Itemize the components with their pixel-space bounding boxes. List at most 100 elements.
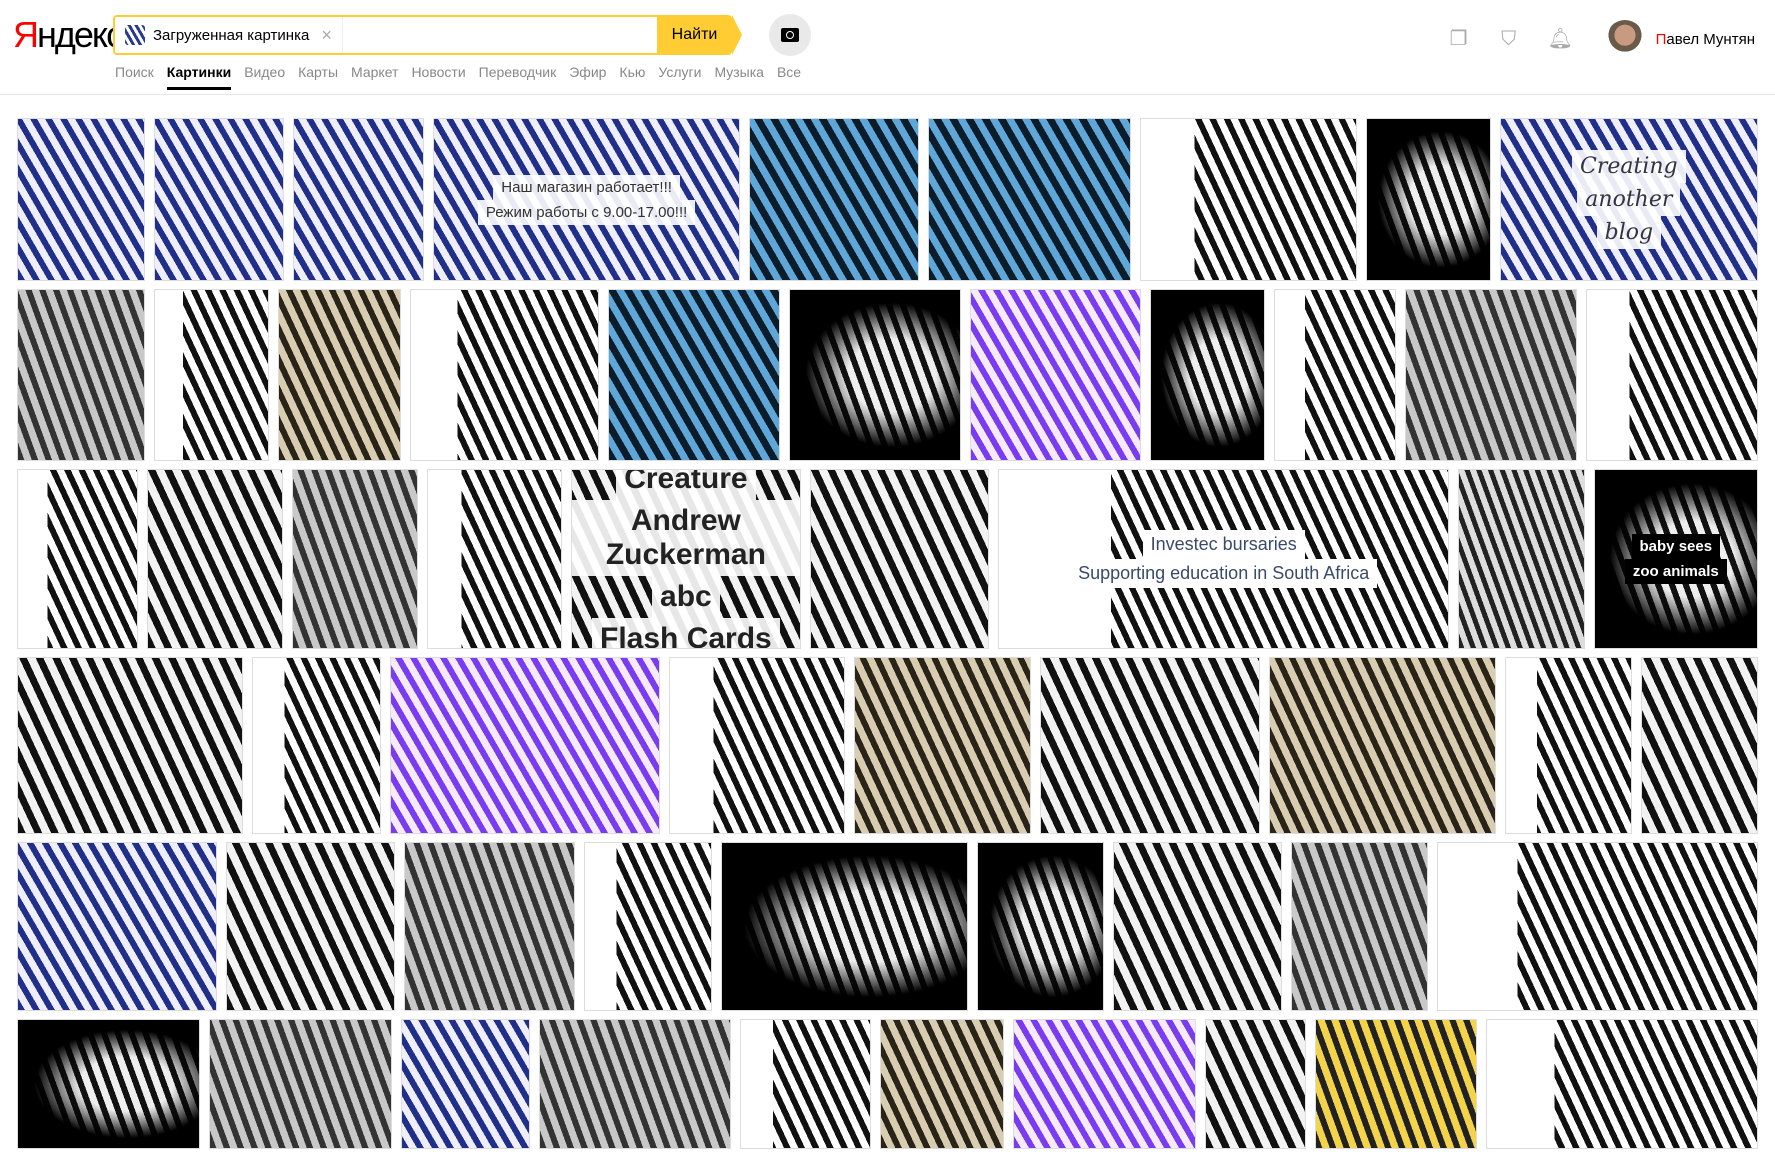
image-result[interactable] (17, 289, 146, 461)
image-result[interactable] (1204, 1019, 1307, 1149)
user-name-first: П (1655, 30, 1667, 48)
image-caption-text: another (1577, 183, 1681, 216)
image-result[interactable] (1012, 1019, 1196, 1149)
user-name[interactable]: Павел Мунтян (1656, 31, 1755, 48)
image-result[interactable] (293, 118, 424, 281)
image-caption-text: abc (652, 576, 720, 618)
clear-icon[interactable]: × (321, 25, 332, 46)
image-result[interactable] (1365, 118, 1491, 281)
search-box[interactable]: Загруженная картинка × (113, 15, 673, 55)
yandex-logo[interactable]: Яндекс (13, 14, 124, 56)
image-result[interactable] (17, 469, 138, 649)
image-result[interactable]: Creating another blog (1499, 118, 1758, 281)
image-result[interactable] (928, 118, 1131, 281)
image-result[interactable] (427, 469, 562, 649)
user-name-rest: авел Мунтян (1666, 30, 1755, 48)
image-result[interactable] (1291, 842, 1428, 1011)
shield-icon[interactable]: ⛉ (1498, 28, 1520, 50)
image-result[interactable] (977, 842, 1105, 1011)
image-result[interactable] (1640, 657, 1758, 834)
image-result[interactable] (401, 1019, 530, 1149)
result-row (17, 289, 1758, 461)
camera-search-button[interactable] (769, 14, 811, 56)
image-caption-text: Наш магазин работает!!! (493, 174, 680, 200)
chip-label: Загруженная картинка (153, 26, 310, 44)
tab-2[interactable]: Видео (244, 64, 285, 90)
image-result[interactable] (1149, 289, 1265, 461)
image-result[interactable] (17, 657, 244, 834)
image-result[interactable] (810, 469, 990, 649)
image-result[interactable] (1039, 657, 1261, 834)
result-row: Creature Andrew Zuckerman abc Flash Cards In… (17, 469, 1758, 649)
camera-icon (781, 28, 799, 42)
image-result[interactable] (854, 657, 1031, 834)
tab-8[interactable]: Кью (619, 64, 645, 90)
image-result[interactable] (404, 842, 576, 1011)
image-result[interactable]: Creature Andrew Zuckerman abc Flash Cards (570, 469, 802, 649)
image-result[interactable] (1113, 842, 1283, 1011)
image-result[interactable] (389, 657, 661, 834)
image-result[interactable] (1486, 1019, 1759, 1149)
image-result[interactable] (226, 842, 396, 1011)
image-result[interactable] (789, 289, 962, 461)
image-caption-text: Andrew Zuckerman (571, 500, 801, 576)
image-result[interactable] (278, 289, 401, 461)
image-result[interactable] (209, 1019, 393, 1149)
service-tabs: Поиск Картинки Видео Карты Маркет Новости Пере… (115, 64, 801, 90)
result-row (17, 1019, 1759, 1149)
image-caption-text: Supporting education in South Africa (1070, 559, 1378, 588)
image-caption-text: Режим работы с 9.00-17.00!!! (477, 199, 696, 225)
tab-11[interactable]: Все (777, 64, 801, 90)
image-result[interactable] (970, 289, 1141, 461)
image-result[interactable] (17, 842, 218, 1011)
tab-3[interactable]: Карты (298, 64, 338, 90)
image-result[interactable] (146, 469, 284, 649)
image-result[interactable] (1139, 118, 1357, 281)
image-result[interactable] (292, 469, 419, 649)
image-result[interactable] (584, 842, 712, 1011)
image-result[interactable] (879, 1019, 1004, 1149)
tab-0[interactable]: Поиск (115, 64, 154, 90)
image-result[interactable] (17, 1019, 201, 1149)
image-result[interactable] (669, 657, 845, 834)
image-result[interactable] (1273, 289, 1397, 461)
image-result[interactable] (740, 1019, 871, 1149)
image-caption-text: blog (1596, 216, 1662, 249)
tab-7[interactable]: Эфир (569, 64, 606, 90)
bell-icon[interactable]: 🔔︎ (1548, 28, 1573, 50)
tab-5[interactable]: Новости (411, 64, 465, 90)
image-result[interactable] (252, 657, 381, 834)
image-result[interactable] (720, 842, 969, 1011)
image-result[interactable] (154, 118, 285, 281)
tab-1[interactable]: Картинки (166, 64, 232, 90)
image-result[interactable] (1315, 1019, 1478, 1149)
tab-10[interactable]: Музыка (714, 64, 764, 90)
image-result[interactable] (1458, 469, 1585, 649)
tab-9[interactable]: Услуги (658, 64, 701, 90)
avatar[interactable] (1605, 20, 1644, 58)
image-result[interactable] (154, 289, 270, 461)
tab-6[interactable]: Переводчик (479, 64, 557, 90)
image-result[interactable]: baby sees zoo animals (1593, 469, 1758, 649)
tab-4[interactable]: Маркет (351, 64, 398, 90)
search-input[interactable] (342, 17, 673, 53)
image-result[interactable] (1436, 842, 1758, 1011)
image-result[interactable] (1269, 657, 1497, 834)
image-result[interactable] (749, 118, 920, 281)
image-result[interactable] (17, 118, 146, 281)
image-result[interactable]: Наш магазин работает!!! Режим работы с 9.… (432, 118, 741, 281)
image-result[interactable]: Investec bursaries Supporting education i… (998, 469, 1450, 649)
image-caption-text: Creature (616, 470, 756, 500)
header: Яндекс Загруженная картинка × Найти Поис… (0, 0, 1775, 95)
image-result[interactable] (1405, 289, 1578, 461)
image-result[interactable] (409, 289, 600, 461)
image-result[interactable] (1505, 657, 1632, 834)
image-result[interactable] (538, 1019, 732, 1149)
image-result[interactable] (1586, 289, 1758, 461)
result-row (17, 842, 1758, 1011)
result-row (17, 657, 1758, 834)
find-button[interactable]: Найти (657, 15, 742, 55)
collections-icon[interactable]: ❐ (1448, 28, 1470, 50)
uploaded-image-chip[interactable]: Загруженная картинка × (115, 17, 343, 53)
image-result[interactable] (608, 289, 781, 461)
